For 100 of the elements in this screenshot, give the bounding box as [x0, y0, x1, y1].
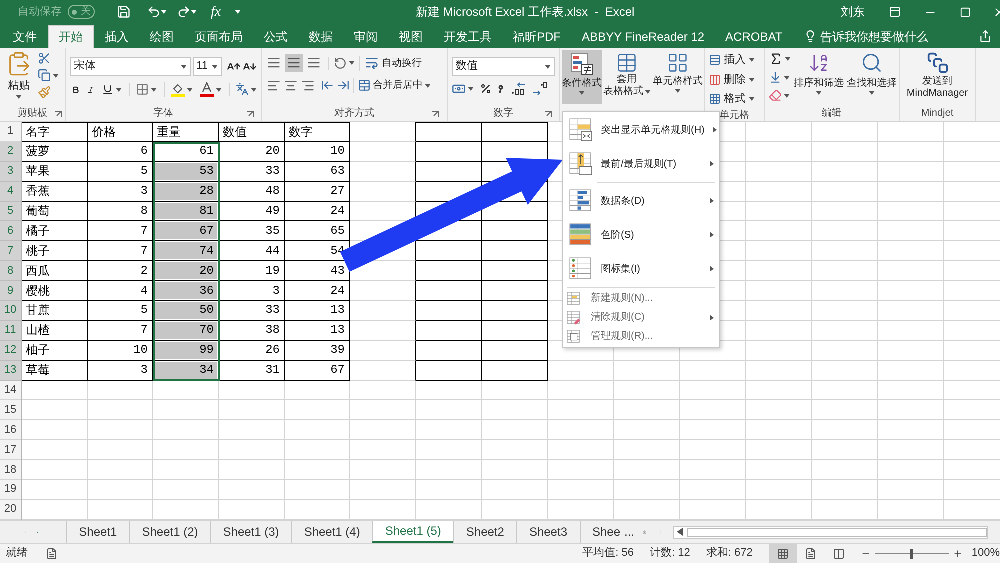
- caret-icon[interactable]: [579, 91, 585, 95]
- caret-icon[interactable]: [151, 88, 157, 92]
- caret-icon[interactable]: [468, 87, 474, 91]
- scroll-left-icon[interactable]: [676, 528, 683, 536]
- caret-icon[interactable]: [816, 91, 822, 95]
- horizontal-scrollbar[interactable]: [672, 526, 988, 538]
- maximize-icon[interactable]: [960, 6, 971, 18]
- caret-icon[interactable]: [161, 10, 167, 14]
- caret-icon[interactable]: [644, 90, 650, 94]
- redo-icon[interactable]: [177, 5, 191, 19]
- accounting-icon[interactable]: [452, 82, 466, 96]
- bottom-align-icon[interactable]: [307, 56, 321, 70]
- borders-icon[interactable]: [136, 83, 149, 96]
- caret-icon[interactable]: [749, 78, 755, 82]
- row-header[interactable]: 19: [0, 480, 21, 500]
- wrap-text-button[interactable]: 自动换行: [359, 56, 422, 70]
- autosum-icon[interactable]: [769, 52, 783, 66]
- dialog-launcher-icon[interactable]: [247, 111, 254, 118]
- delete-cells-button[interactable]: 删除: [709, 72, 760, 88]
- row-header[interactable]: 12: [0, 340, 21, 361]
- caret-icon[interactable]: [235, 10, 242, 14]
- decrease-decimal-icon[interactable]: [532, 82, 548, 96]
- caret-icon[interactable]: [216, 88, 222, 92]
- percent-icon[interactable]: [480, 83, 492, 95]
- row-header[interactable]: 3: [0, 162, 21, 182]
- caret-icon[interactable]: [251, 88, 257, 92]
- clear-icon[interactable]: [769, 89, 782, 102]
- font-name-field[interactable]: 宋体: [70, 57, 191, 76]
- ribbon-tab[interactable]: 绘图: [140, 25, 184, 48]
- orientation-icon[interactable]: [334, 56, 347, 70]
- row-header[interactable]: 17: [0, 440, 21, 460]
- menu-item[interactable]: 最前/最后规则(T): [563, 147, 719, 181]
- cut-icon[interactable]: [38, 52, 51, 65]
- find-select-button[interactable]: 查找和选择: [847, 52, 897, 105]
- ribbon-display-icon[interactable]: [889, 6, 901, 18]
- caret-icon[interactable]: [785, 57, 791, 61]
- dialog-launcher-icon[interactable]: [545, 111, 552, 118]
- align-center-icon[interactable]: [284, 78, 298, 92]
- caret-icon[interactable]: [212, 64, 218, 68]
- increase-decimal-icon[interactable]: [510, 82, 526, 96]
- menu-item[interactable]: 色阶(S): [563, 218, 719, 252]
- row-header[interactable]: 10: [0, 301, 21, 321]
- caret-icon[interactable]: [675, 89, 681, 93]
- view-button[interactable]: [768, 544, 797, 563]
- fill-icon[interactable]: [769, 71, 782, 84]
- menu-item[interactable]: 图标集(I): [563, 252, 719, 286]
- menu-item[interactable]: 新建规则(N)...: [563, 289, 719, 308]
- zoom-slider[interactable]: [874, 548, 949, 560]
- menu-item[interactable]: 清除规则(C): [563, 308, 719, 327]
- ribbon-tab[interactable]: 福昕PDF: [503, 25, 571, 48]
- row-header[interactable]: 9: [0, 281, 21, 302]
- font-color-icon[interactable]: [200, 82, 214, 97]
- ribbon-tab[interactable]: ACROBAT: [716, 25, 793, 48]
- dialog-launcher-icon[interactable]: [432, 111, 439, 118]
- row-header[interactable]: 18: [0, 460, 21, 480]
- scrollbar-thumb[interactable]: [686, 528, 987, 536]
- menu-item[interactable]: 管理规则(R)...: [563, 327, 719, 346]
- ribbon-tab[interactable]: 页面布局: [185, 25, 253, 48]
- cell-styles-button[interactable]: 单元格样式: [652, 50, 704, 104]
- ribbon-tab[interactable]: 数据: [299, 25, 343, 48]
- menu-item[interactable]: 突出显示单元格规则(H): [563, 113, 719, 147]
- format-painter-icon[interactable]: [38, 86, 51, 99]
- phonetic-icon[interactable]: [236, 83, 249, 96]
- middle-align-button[interactable]: [285, 54, 303, 72]
- caret-icon[interactable]: [425, 84, 431, 88]
- comma-style-icon[interactable]: [498, 84, 504, 94]
- caret-icon[interactable]: [545, 64, 551, 68]
- ribbon-tab[interactable]: 开始: [48, 25, 94, 48]
- row-header[interactable]: 16: [0, 420, 21, 440]
- row-header[interactable]: 5: [0, 202, 21, 222]
- paste-button[interactable]: 粘贴: [4, 51, 34, 105]
- caret-icon[interactable]: [869, 91, 875, 95]
- row-header[interactable]: 2: [0, 142, 21, 162]
- row-header[interactable]: 13: [0, 360, 21, 381]
- slider-thumb[interactable]: [910, 548, 914, 558]
- menu-item[interactable]: 数据条(D): [563, 184, 719, 218]
- top-align-icon[interactable]: [267, 56, 281, 70]
- underline-icon[interactable]: [102, 84, 114, 96]
- align-left-icon[interactable]: [267, 78, 281, 92]
- insert-cells-button[interactable]: 插入: [709, 52, 760, 68]
- number-format-field[interactable]: 数值: [452, 57, 555, 76]
- row-header[interactable]: 14: [0, 380, 21, 400]
- macro-record-icon[interactable]: [46, 548, 58, 560]
- caret-icon[interactable]: [784, 76, 790, 80]
- insert-function-button[interactable]: fx: [211, 2, 222, 22]
- ribbon-tab[interactable]: 视图: [389, 25, 433, 48]
- row-header[interactable]: 4: [0, 182, 21, 202]
- send-to-mindmanager-button[interactable]: 发送到 MindManager: [900, 48, 975, 105]
- more-sheets-button[interactable]: ...: [624, 523, 635, 541]
- share-icon[interactable]: [979, 30, 992, 43]
- caret-icon[interactable]: [180, 64, 187, 68]
- ribbon-tab[interactable]: ABBYY FineReader 12: [572, 25, 715, 48]
- row-header[interactable]: 11: [0, 320, 21, 341]
- row-header[interactable]: 15: [0, 400, 21, 420]
- row-header[interactable]: 8: [0, 261, 21, 282]
- caret-icon[interactable]: [349, 61, 355, 65]
- decrease-indent-icon[interactable]: [321, 79, 334, 92]
- zoom-in-icon[interactable]: [952, 548, 963, 558]
- format-cells-button[interactable]: 格式: [709, 91, 760, 108]
- sort-filter-button[interactable]: 排序和筛选: [794, 52, 844, 105]
